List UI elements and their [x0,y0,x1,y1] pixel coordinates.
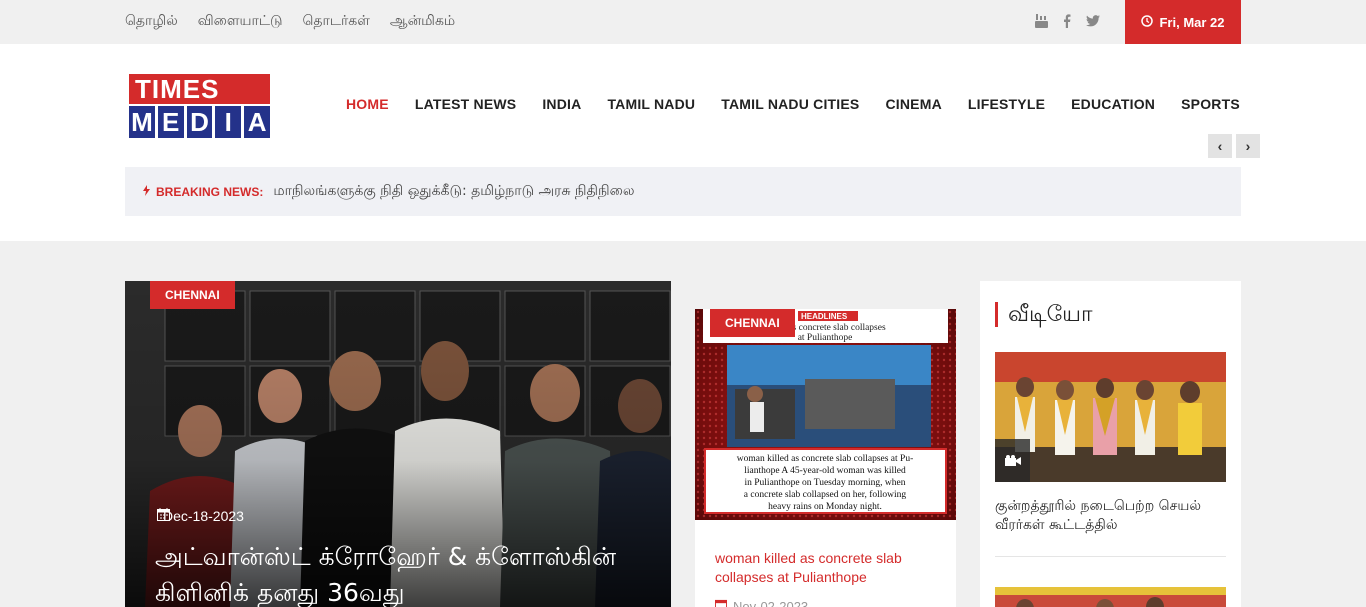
breaking-news-bar: BREAKING NEWS: மாநிலங்களுக்கு நிதி ஒதுக்… [125,167,1241,216]
top-links: தொழில் விளையாட்டு தொடர்கள் ஆன்மிகம் [125,0,475,44]
svg-text:woman killed as concrete slab: woman killed as concrete slab collapses … [737,454,914,464]
news-card-date-text: Nov-02-2023 [733,599,809,607]
nav-home[interactable]: HOME [346,96,389,112]
top-link-series[interactable]: தொடர்கள் [303,13,370,31]
logo-letter: A [244,106,270,138]
main-nav: HOME LATEST NEWS INDIA TAMIL NADU TAMIL … [346,96,1240,112]
chevron-right-icon[interactable]: › [1236,134,1260,158]
category-tag[interactable]: CHENNAI [150,281,235,309]
nav-lifestyle[interactable]: LIFESTYLE [968,96,1045,112]
nav-india[interactable]: INDIA [542,96,581,112]
nav-education[interactable]: EDUCATION [1071,96,1155,112]
nav-tamil-nadu-cities[interactable]: TAMIL NADU CITIES [721,96,859,112]
svg-text:in Pulianthope on Tuesday morn: in Pulianthope on Tuesday morning, when [745,478,906,488]
news-card[interactable]: HEADLINES killed as concrete slab collap… [695,309,956,607]
site-header: TIMES M E D I A HOME LATEST NEWS INDIA T… [0,44,1366,241]
top-bar: தொழில் விளையாட்டு தொடர்கள் ஆன்மிகம் Fri,… [0,0,1366,44]
top-link-sports[interactable]: விளையாட்டு [198,13,283,31]
top-link-business[interactable]: தொழில் [125,13,178,31]
lightning-icon [143,184,150,199]
article-date-text: Dec-18-2023 [163,508,244,524]
nav-tamil-nadu[interactable]: TAMIL NADU [607,96,695,112]
current-date: Fri, Mar 22 [1159,14,1225,30]
nav-sports[interactable]: SPORTS [1181,96,1240,112]
youtube-icon[interactable] [1034,13,1048,29]
calendar-icon [715,599,727,607]
date-box: Fri, Mar 22 [1125,0,1241,44]
nav-latest-news[interactable]: LATEST NEWS [415,96,517,112]
ticker-controls: ‹ › [1208,134,1260,158]
social-links [1034,13,1100,29]
breaking-label-text: BREAKING NEWS: [156,184,264,199]
logo-letter: M [129,106,155,138]
logo-letter: E [157,106,184,138]
divider [995,556,1226,557]
category-tag[interactable]: CHENNAI [710,309,795,337]
breaking-ticker[interactable]: மாநிலங்களுக்கு நிதி ஒதுக்கீடு: தமிழ்நாடு… [273,183,634,201]
video-thumbnail[interactable] [995,587,1226,607]
breaking-news-label: BREAKING NEWS: [143,184,264,199]
image-badge: HEADLINES [801,312,848,321]
video-title[interactable]: குன்றத்தூரில் நடைபெற்ற செயல் வீரர்கள் கூ… [995,497,1226,535]
news-card-title[interactable]: woman killed as concrete slab collapses … [715,549,935,587]
logo-letter: D [186,106,213,138]
site-logo[interactable]: TIMES M E D I A [129,74,270,138]
article-date: Dec-18-2023 [157,508,244,524]
svg-text:a concrete slab collapsed on h: a concrete slab collapsed on her, follow… [744,489,907,500]
news-card-image: HEADLINES killed as concrete slab collap… [695,309,956,520]
nav-cinema[interactable]: CINEMA [885,96,941,112]
svg-text:lianthope A 45-year-old woman: lianthope A 45-year-old woman was killed [744,466,906,476]
video-camera-icon[interactable] [995,439,1030,482]
clock-icon [1141,14,1154,30]
sidebar-heading: வீடியோ [995,302,1093,327]
article-title[interactable]: அட்வான்ஸ்ட் க்ரோஹேர் & க்ளோஸ்கின் கிளினி… [155,539,655,607]
svg-text:heavy rains on Monday night.: heavy rains on Monday night. [768,502,882,512]
twitter-icon[interactable] [1086,13,1100,29]
featured-article[interactable]: CHENNAI Dec-18-2023 அட்வான்ஸ்ட் க்ரோஹேர்… [125,281,671,607]
top-link-spiritual[interactable]: ஆன்மிகம் [390,13,455,31]
logo-line1: TIMES [135,74,220,104]
facebook-icon[interactable] [1060,13,1074,29]
svg-text:at Pulianthope: at Pulianthope [798,333,853,343]
chevron-left-icon[interactable]: ‹ [1208,134,1232,158]
news-card-date: Nov-02-2023 [715,599,808,607]
logo-letter: I [215,106,242,138]
video-sidebar: வீடியோ குன்றத்தூரில் நடைபெற்ற செயல் வீரர… [980,281,1241,607]
